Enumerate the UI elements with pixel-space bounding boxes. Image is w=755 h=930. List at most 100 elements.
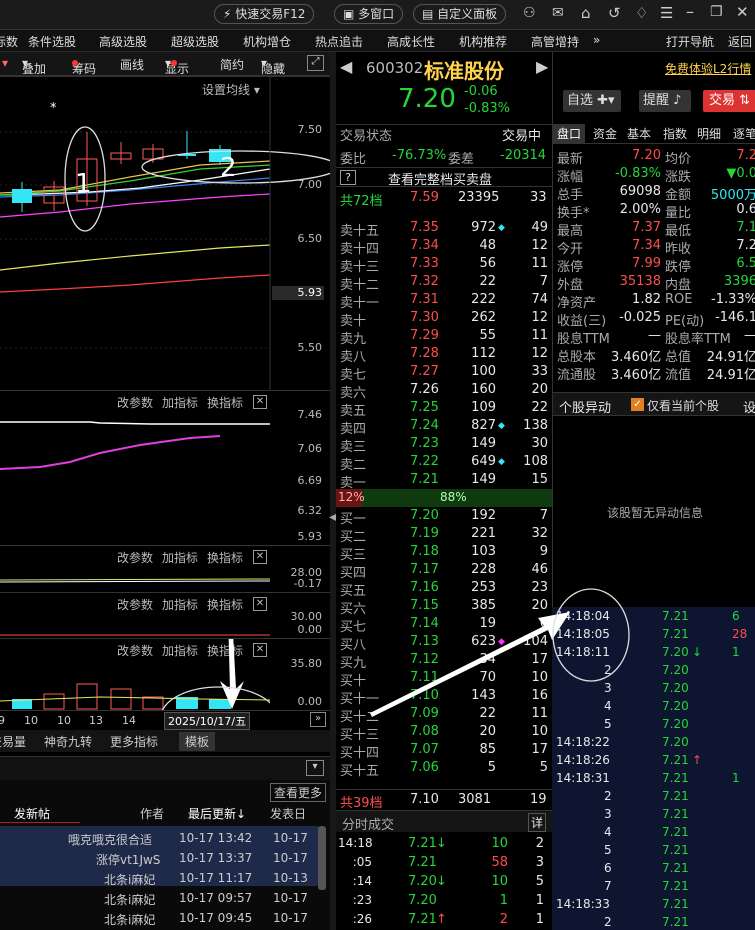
user-icon[interactable]: ⚇ bbox=[523, 5, 536, 21]
mail-icon[interactable]: ✉ bbox=[552, 5, 564, 21]
ask-row[interactable]: 卖二 7.22 649 ◆ 108 bbox=[336, 453, 552, 473]
ticks-detail-button[interactable]: 详 bbox=[528, 813, 547, 832]
maximize-icon[interactable]: ❐ bbox=[710, 4, 723, 20]
ask-row[interactable]: 卖五 7.25 109 22 bbox=[336, 399, 552, 419]
ask-row[interactable]: 卖九 7.29 55 11 bbox=[336, 327, 552, 347]
post-author[interactable]: 北条i麻妃 bbox=[104, 871, 155, 888]
quote-label: 总股本 bbox=[557, 350, 597, 365]
full-book-link[interactable]: 查看完整档买卖盘 bbox=[388, 169, 492, 188]
tab-more-indicators[interactable]: 更多指标 bbox=[110, 733, 158, 750]
col-posted[interactable]: 发表日 bbox=[270, 805, 306, 822]
menu-item[interactable]: 机构增仓 bbox=[243, 33, 291, 50]
l2-trial-link[interactable]: 免费体验L2行情 bbox=[665, 60, 751, 77]
menu-item[interactable]: 高级选股 bbox=[99, 33, 147, 50]
overlay-button[interactable]: 叠加 ▾ bbox=[22, 56, 46, 76]
ask-row[interactable]: 卖七 7.27 100 33 bbox=[336, 363, 552, 383]
minimize-icon[interactable]: – bbox=[686, 2, 694, 21]
level-count: 33 bbox=[531, 364, 548, 379]
tab-index[interactable]: 指数 bbox=[659, 124, 691, 144]
home-icon[interactable]: ⌂ bbox=[581, 4, 591, 22]
tab-template[interactable]: 模板 bbox=[179, 732, 216, 751]
ask-row[interactable]: 卖十 7.30 262 12 bbox=[336, 309, 552, 329]
anomaly-settings-button[interactable]: 设 bbox=[743, 397, 755, 416]
level-price: 7.29 bbox=[410, 328, 439, 343]
quote-label: 内盘 bbox=[665, 278, 692, 293]
ask-row[interactable]: 卖一 7.21 149 15 bbox=[336, 471, 552, 491]
ask-row[interactable]: 卖三 7.23 149 30 bbox=[336, 435, 552, 455]
level-price: 7.21 bbox=[410, 472, 439, 487]
ask-row[interactable]: 卖十一 7.31 222 74 bbox=[336, 291, 552, 311]
level-volume: 56 bbox=[479, 256, 496, 271]
post-author[interactable]: 涨停vt1JwS bbox=[96, 851, 160, 868]
full-book-row[interactable]: ? 查看完整档买卖盘 bbox=[336, 167, 552, 188]
dropdown-arrow-icon[interactable]: ▾ bbox=[2, 56, 8, 70]
bid-row[interactable]: 买十四 7.07 85 17 bbox=[336, 741, 552, 761]
display-button[interactable]: 显示 ▾ bbox=[165, 56, 189, 76]
menu-item[interactable]: 条件选股 bbox=[28, 33, 76, 50]
col-author[interactable]: 作者 bbox=[140, 805, 164, 822]
scrollbar[interactable] bbox=[318, 826, 326, 890]
ask-row[interactable]: 卖十四 7.34 48 12 bbox=[336, 237, 552, 257]
alert-button[interactable]: 提醒 ♪ bbox=[639, 90, 691, 112]
ask-row[interactable]: 卖十二 7.32 22 7 bbox=[336, 273, 552, 293]
close-icon[interactable]: ✕ bbox=[736, 3, 749, 21]
simple-button[interactable]: 简约 bbox=[220, 56, 244, 73]
col-updated[interactable]: 最后更新↓ bbox=[188, 805, 246, 822]
menu-item[interactable]: 超级选股 bbox=[171, 33, 219, 50]
prev-stock-icon[interactable]: ◀ bbox=[340, 57, 352, 76]
trade-volume: 28 bbox=[732, 627, 748, 641]
back-icon[interactable]: ↺ bbox=[608, 4, 621, 22]
ask-row[interactable]: 卖六 7.26 160 20 bbox=[336, 381, 552, 401]
ask-row[interactable]: 卖四 7.24 827 ◆ 138 bbox=[336, 417, 552, 437]
tab-handicap[interactable]: 盘口 bbox=[553, 124, 586, 144]
bid-row[interactable]: 买一 7.20 192 7 bbox=[336, 507, 552, 527]
quote-label: 流通股 bbox=[557, 368, 597, 383]
bid-row[interactable]: 买二 7.19 221 32 bbox=[336, 525, 552, 545]
tab-volume[interactable]: 交易量 bbox=[0, 733, 26, 750]
menu-item[interactable]: 标数 bbox=[0, 33, 18, 50]
add-watchlist-button[interactable]: 自选 ✚▾ bbox=[563, 90, 621, 112]
annotation-arrow bbox=[220, 639, 244, 709]
draw-line-button[interactable]: 画线 bbox=[120, 56, 144, 73]
custom-panel-button[interactable]: ▤ 自定义面板 bbox=[413, 4, 507, 24]
help-icon[interactable]: ? bbox=[340, 170, 356, 185]
hide-button[interactable]: 隐藏 ▾ bbox=[261, 56, 285, 76]
view-more-button[interactable]: 查看更多 bbox=[270, 783, 327, 802]
ask-row[interactable]: 卖十五 7.35 972 ◆ 49 bbox=[336, 219, 552, 239]
ask-row[interactable]: 卖八 7.28 112 12 bbox=[336, 345, 552, 365]
post-author[interactable]: 北条i麻妃 bbox=[104, 911, 155, 928]
quote-value: -0.025 bbox=[619, 310, 661, 325]
collapse-icon[interactable]: ▾ bbox=[306, 760, 324, 776]
post-author[interactable]: 哦克哦克很合适 bbox=[68, 831, 152, 848]
bid-row[interactable]: 买十五 7.06 5 5 bbox=[336, 759, 552, 779]
menu-item[interactable]: 返回 bbox=[728, 33, 752, 50]
multi-window-button[interactable]: ▣ 多窗口 bbox=[334, 4, 404, 24]
anomaly-filter-label[interactable]: 仅看当前个股 bbox=[647, 397, 719, 414]
menu-item[interactable]: 打开导航 bbox=[666, 33, 714, 50]
menu-more-icon[interactable]: » bbox=[593, 33, 600, 47]
next-stock-icon[interactable]: ▶ bbox=[536, 57, 548, 76]
bid-row[interactable]: 买三 7.18 103 9 bbox=[336, 543, 552, 563]
ask-row[interactable]: 卖十三 7.33 56 11 bbox=[336, 255, 552, 275]
menu-item[interactable]: 热点追击 bbox=[315, 33, 363, 50]
new-post-button[interactable]: 发新帖 bbox=[0, 805, 80, 823]
menu-item[interactable]: 高管增持 bbox=[531, 33, 579, 50]
trade-price: 7.21 bbox=[662, 915, 689, 929]
checkbox-checked-icon[interactable]: ✓ bbox=[631, 398, 644, 411]
post-author[interactable]: 北条i麻妃 bbox=[104, 891, 155, 908]
trade-button[interactable]: 交易 ⇅ bbox=[703, 90, 755, 112]
menu-item[interactable]: 高成长性 bbox=[387, 33, 435, 50]
quick-trade-button[interactable]: ⚡ 快速交易F12 bbox=[214, 4, 315, 24]
scroll-right-icon[interactable]: » bbox=[310, 712, 326, 727]
tab-detail[interactable]: 明细 bbox=[693, 124, 725, 144]
fullscreen-icon[interactable]: ⤢ bbox=[307, 55, 324, 71]
tab-tick-by-tick[interactable]: 逐笔 bbox=[729, 124, 755, 144]
tab-td9[interactable]: 神奇九转 bbox=[44, 733, 92, 750]
menu-item[interactable]: 机构推荐 bbox=[459, 33, 507, 50]
menu-icon[interactable]: ☰ bbox=[660, 4, 673, 22]
skin-icon[interactable]: ♢ bbox=[635, 4, 648, 22]
quote-value: 2.00% bbox=[619, 202, 661, 217]
ask-summary-cnt: 33 bbox=[530, 190, 547, 205]
tab-basic[interactable]: 基本 bbox=[623, 124, 655, 144]
tab-funds[interactable]: 资金 bbox=[589, 124, 621, 144]
